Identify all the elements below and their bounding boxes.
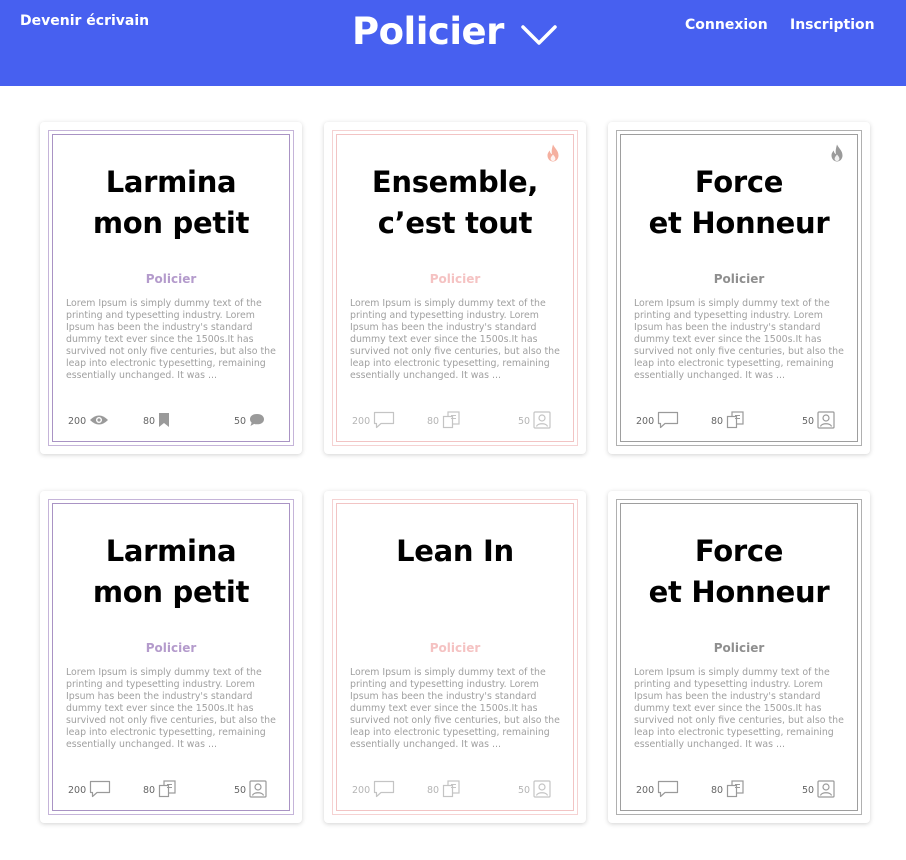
pages-icon <box>439 779 460 801</box>
book-excerpt: Lorem Ipsum is simply dummy text of the … <box>634 667 844 750</box>
book-card[interactable]: Force et Honneur Policier Lorem Ipsum is s… <box>608 122 870 454</box>
stat-views: 200 <box>68 780 111 801</box>
comment-outline-icon <box>370 411 395 432</box>
stat-bookmarks: 80 <box>711 410 744 432</box>
stat-value: 80 <box>143 415 156 427</box>
book-title: Force et Honneur <box>648 165 830 240</box>
stat-views: 200 <box>352 411 395 432</box>
user-icon <box>814 410 835 432</box>
stat-comments: 50 <box>518 410 551 432</box>
stat-value: 200 <box>636 415 655 427</box>
book-excerpt: Lorem Ipsum is simply dummy text of the … <box>66 667 276 750</box>
stat-value: 80 <box>711 415 724 427</box>
book-category: Policier <box>429 272 481 286</box>
stat-bookmarks: 80 <box>143 779 176 801</box>
book-title: Force et Honneur <box>648 534 830 609</box>
stat-comments: 50 <box>518 779 551 801</box>
book-excerpt: Lorem Ipsum is simply dummy text of the … <box>350 667 560 750</box>
stat-views: 200 <box>636 411 679 432</box>
top-header: Devenir écrivain Policier Connexion Insc… <box>0 0 906 86</box>
flame-icon <box>831 144 843 162</box>
stat-bookmarks: 80 <box>711 779 744 801</box>
book-title: Larmina mon petit <box>92 534 250 609</box>
book-card[interactable]: Larmina mon petit Policier Lorem Ipsum is … <box>40 122 302 454</box>
comment-outline-icon <box>86 780 111 801</box>
book-category: Policier <box>713 641 765 655</box>
chevron-down-icon[interactable] <box>520 22 558 48</box>
login-link[interactable]: Connexion <box>685 17 768 33</box>
stat-value: 80 <box>427 784 440 796</box>
stat-value: 50 <box>518 784 531 796</box>
comment-outline-icon <box>654 411 679 432</box>
book-category: Policier <box>713 272 765 286</box>
stat-value: 80 <box>143 784 156 796</box>
bookmark-icon <box>155 412 170 430</box>
stat-value: 50 <box>518 415 531 427</box>
pages-icon <box>155 779 176 801</box>
stat-value: 200 <box>636 784 655 796</box>
pages-icon <box>723 410 744 432</box>
comment-outline-icon <box>370 780 395 801</box>
stat-views: 200 <box>352 780 395 801</box>
user-icon <box>530 410 551 432</box>
stat-comments: 50 <box>802 779 835 801</box>
book-category: Policier <box>429 641 481 655</box>
stat-value: 200 <box>352 784 371 796</box>
book-excerpt: Lorem Ipsum is simply dummy text of the … <box>350 298 560 381</box>
book-title: Larmina mon petit <box>92 165 250 240</box>
book-excerpt: Lorem Ipsum is simply dummy text of the … <box>66 298 276 381</box>
stat-bookmarks: 80 <box>427 779 460 801</box>
user-icon <box>246 779 267 801</box>
become-writer-link[interactable]: Devenir écrivain <box>20 13 149 29</box>
genre-title[interactable]: Policier <box>352 10 504 53</box>
book-category: Policier <box>145 272 197 286</box>
stat-value: 50 <box>234 415 247 427</box>
stat-value: 50 <box>802 415 815 427</box>
comment-icon <box>246 413 265 430</box>
pages-icon <box>439 410 460 432</box>
book-card[interactable]: Ensemble, c’est tout Policier Lorem Ipsum … <box>324 122 586 454</box>
stat-comments: 50 <box>234 779 267 801</box>
user-icon <box>814 779 835 801</box>
signup-link[interactable]: Inscription <box>790 17 875 33</box>
stat-views: 200 <box>636 780 679 801</box>
book-category: Policier <box>145 641 197 655</box>
stat-value: 200 <box>352 415 371 427</box>
user-icon <box>530 779 551 801</box>
book-card[interactable]: Lean In Policier Lorem Ipsum is simply dum… <box>324 491 586 823</box>
pages-icon <box>723 779 744 801</box>
stat-comments: 50 <box>802 410 835 432</box>
stat-value: 50 <box>802 784 815 796</box>
stat-value: 80 <box>711 784 724 796</box>
comment-outline-icon <box>654 780 679 801</box>
eye-icon <box>86 414 109 429</box>
book-card[interactable]: Larmina mon petit Policier Lorem Ipsum is … <box>40 491 302 823</box>
book-title: Ensemble, c’est tout <box>371 165 539 240</box>
book-card[interactable]: Force et Honneur Policier Lorem Ipsum is s… <box>608 491 870 823</box>
stat-bookmarks: 80 <box>427 410 460 432</box>
book-excerpt: Lorem Ipsum is simply dummy text of the … <box>634 298 844 381</box>
book-title: Lean In <box>396 534 514 568</box>
stat-value: 50 <box>234 784 247 796</box>
stat-views: 200 <box>68 412 109 430</box>
stat-value: 200 <box>68 784 87 796</box>
flame-icon <box>547 144 559 162</box>
stat-value: 80 <box>427 415 440 427</box>
stat-comments: 50 <box>234 412 265 430</box>
stat-bookmarks: 80 <box>143 412 170 430</box>
stat-value: 200 <box>68 415 87 427</box>
